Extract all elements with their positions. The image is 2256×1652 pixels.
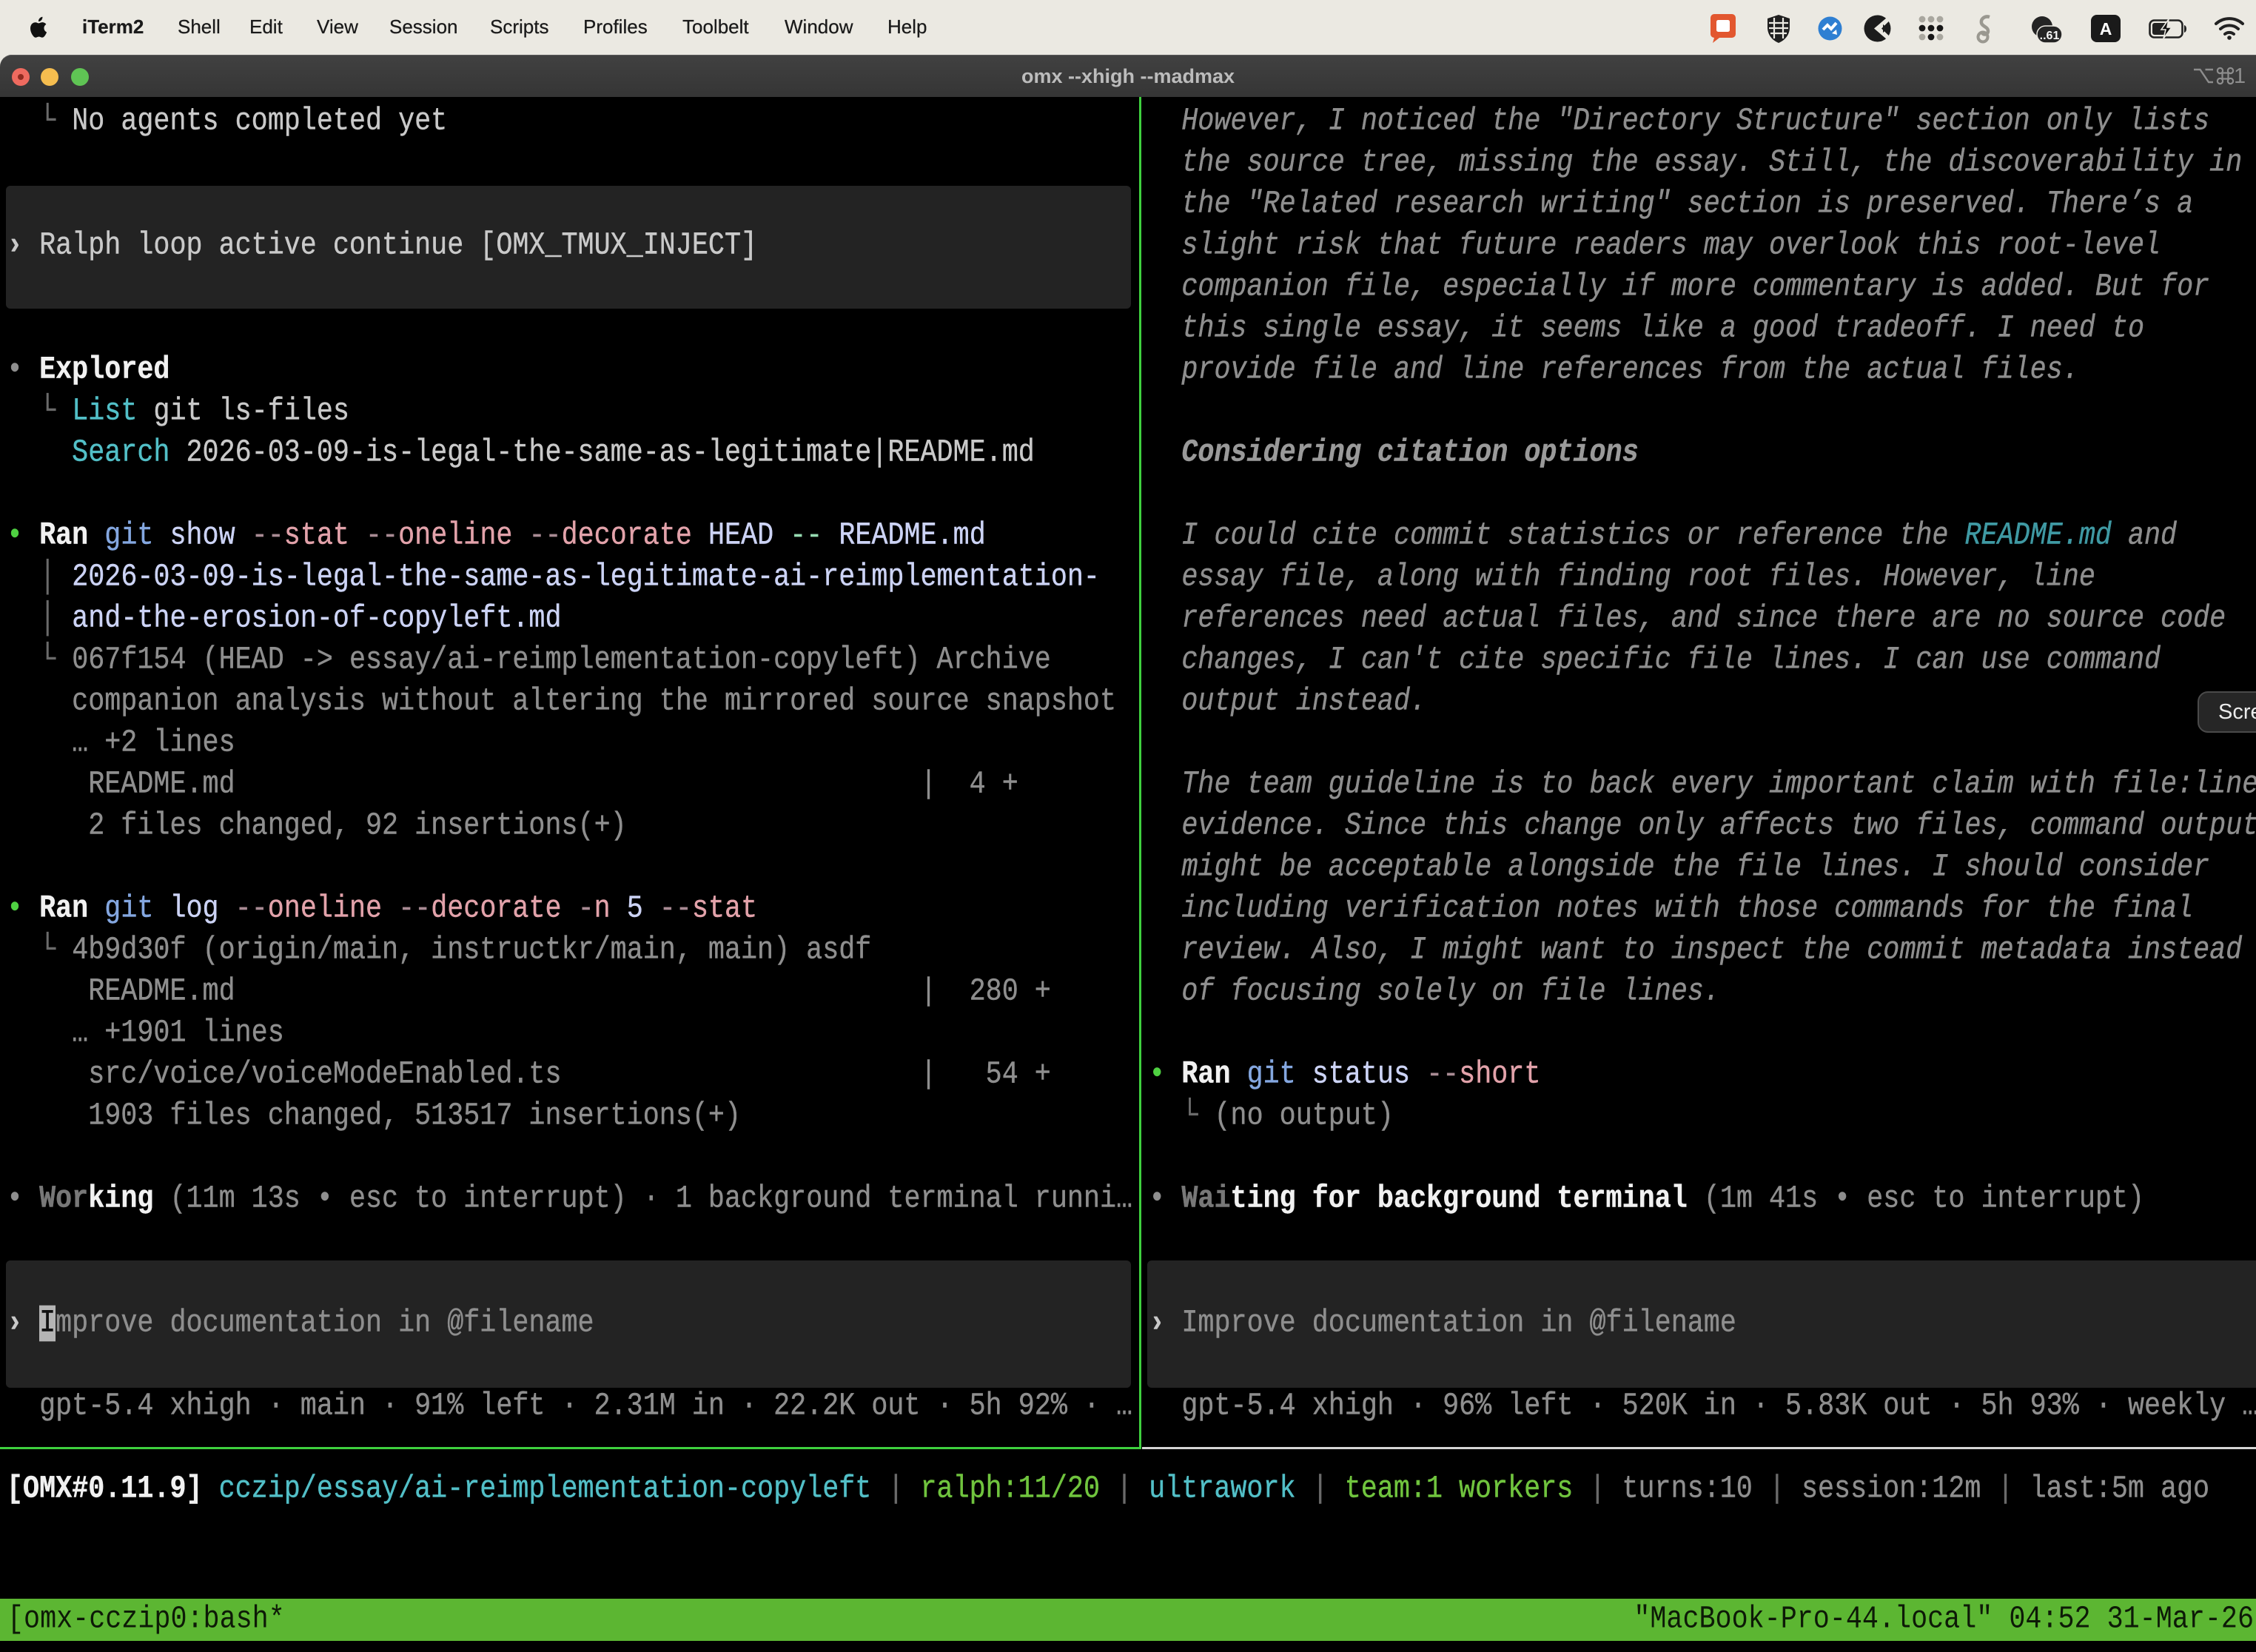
svg-text:..61: ..61: [2040, 30, 2060, 42]
svg-text:A: A: [2100, 19, 2112, 38]
